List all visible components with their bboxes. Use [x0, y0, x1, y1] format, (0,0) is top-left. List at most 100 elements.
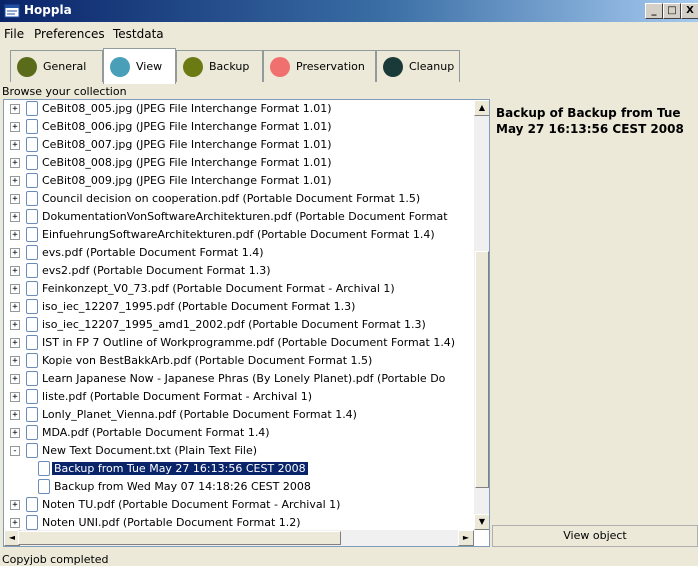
tab-preservation[interactable]: Preservation	[263, 50, 376, 82]
expand-icon[interactable]: +	[10, 176, 20, 186]
general-tab-icon	[17, 56, 37, 77]
scroll-down-button[interactable]: ▼	[474, 514, 489, 530]
horizontal-scrollbar[interactable]: ◄ ►	[4, 530, 474, 546]
expand-icon[interactable]: +	[10, 302, 20, 312]
tree-item-label: evs2.pdf (Portable Document Format 1.3)	[42, 264, 271, 277]
tree-item-label: iso_iec_12207_1995_amd1_2002.pdf (Portab…	[42, 318, 426, 331]
expand-icon[interactable]: +	[10, 500, 20, 510]
tree-item[interactable]: + iso_iec_12207_1995_amd1_2002.pdf (Porta…	[4, 316, 474, 334]
expand-icon[interactable]: +	[10, 320, 20, 330]
tree-item[interactable]: + CeBit08_005.jpg (JPEG File Interchange …	[4, 100, 474, 118]
tree-item-label: Learn Japanese Now - Japanese Phras (By …	[42, 372, 446, 385]
tree-item-label: CeBit08_008.jpg (JPEG File Interchange F…	[42, 156, 332, 169]
expand-icon[interactable]: +	[10, 140, 20, 150]
tab-preservation-label: Preservation	[296, 60, 365, 73]
close-button[interactable]: X	[681, 3, 698, 19]
menu-preferences[interactable]: Preferences	[34, 27, 105, 41]
tree-item-label: CeBit08_006.jpg (JPEG File Interchange F…	[42, 120, 332, 133]
tree-item-label: EinfuehrungSoftwareArchitekturen.pdf (Po…	[42, 228, 435, 241]
tree-item[interactable]: + evs.pdf (Portable Document Format 1.4)	[4, 244, 474, 262]
document-icon	[26, 425, 38, 440]
tab-view[interactable]: View	[103, 48, 176, 84]
horizontal-scroll-thumb[interactable]	[18, 531, 341, 545]
tree-item[interactable]: + evs2.pdf (Portable Document Format 1.3)	[4, 262, 474, 280]
tree-item[interactable]: + MDA.pdf (Portable Document Format 1.4)	[4, 424, 474, 442]
expand-icon[interactable]: +	[10, 518, 20, 528]
expand-icon[interactable]: +	[10, 410, 20, 420]
expand-icon[interactable]: +	[10, 284, 20, 294]
expand-icon[interactable]: +	[10, 392, 20, 402]
app-icon	[4, 4, 20, 18]
tree-item[interactable]: + DokumentationVonSoftwareArchitekturen.p…	[4, 208, 474, 226]
tree-child-item[interactable]: Backup from Wed May 07 14:18:26 CEST 200…	[4, 478, 474, 496]
tree-item-label: Feinkonzept_V0_73.pdf (Portable Document…	[42, 282, 395, 295]
expand-icon[interactable]: +	[10, 374, 20, 384]
scroll-up-button[interactable]: ▲	[474, 100, 489, 116]
maximize-button[interactable]: □	[663, 3, 681, 19]
tree-item[interactable]: + CeBit08_007.jpg (JPEG File Interchange …	[4, 136, 474, 154]
document-icon	[26, 263, 38, 278]
tab-general[interactable]: General	[10, 50, 103, 82]
expand-icon[interactable]: +	[10, 230, 20, 240]
tree-item[interactable]: + Learn Japanese Now - Japanese Phras (By…	[4, 370, 474, 388]
tree-item-label: CeBit08_009.jpg (JPEG File Interchange F…	[42, 174, 332, 187]
menu-testdata[interactable]: Testdata	[113, 27, 164, 41]
collapse-icon[interactable]: -	[10, 446, 20, 456]
expand-icon[interactable]: +	[10, 158, 20, 168]
tree-item-label: CeBit08_005.jpg (JPEG File Interchange F…	[42, 102, 332, 115]
tree-child-item[interactable]: Backup from Tue May 27 16:13:56 CEST 200…	[4, 460, 474, 478]
tree-item[interactable]: + Council decision on cooperation.pdf (Po…	[4, 190, 474, 208]
expand-icon[interactable]: +	[10, 266, 20, 276]
document-icon	[38, 479, 50, 494]
tree-item[interactable]: + EinfuehrungSoftwareArchitekturen.pdf (P…	[4, 226, 474, 244]
tree-item[interactable]: + iso_iec_12207_1995.pdf (Portable Docume…	[4, 298, 474, 316]
tree-item[interactable]: + Noten TU.pdf (Portable Document Format …	[4, 496, 474, 514]
document-icon	[26, 101, 38, 116]
expand-icon[interactable]: +	[10, 428, 20, 438]
tree-item[interactable]: + Lonly_Planet_Vienna.pdf (Portable Docum…	[4, 406, 474, 424]
expand-icon[interactable]: +	[10, 248, 20, 258]
tree-item[interactable]: + liste.pdf (Portable Document Format - A…	[4, 388, 474, 406]
tree-item[interactable]: + Kopie von BestBakkArb.pdf (Portable Doc…	[4, 352, 474, 370]
tab-view-label: View	[136, 60, 163, 73]
document-icon	[26, 371, 38, 386]
collection-tree[interactable]: + CeBit08_005.jpg (JPEG File Interchange …	[3, 99, 490, 547]
minimize-button[interactable]: _	[645, 3, 663, 19]
tree-item[interactable]: + Feinkonzept_V0_73.pdf (Portable Documen…	[4, 280, 474, 298]
expand-icon[interactable]: +	[10, 104, 20, 114]
tab-backup[interactable]: Backup	[176, 50, 263, 82]
menu-file[interactable]: File	[4, 27, 24, 41]
tree-item[interactable]: - New Text Document.txt (Plain Text File)	[4, 442, 474, 460]
detail-text: Backup of Backup from Tue May 27 16:13:5…	[496, 106, 684, 136]
scroll-right-button[interactable]: ►	[458, 530, 474, 546]
tree-item-label: Noten UNI.pdf (Portable Document Format …	[42, 516, 301, 529]
document-icon	[26, 245, 38, 260]
tree-item-label: Noten TU.pdf (Portable Document Format -…	[42, 498, 341, 511]
tree-item[interactable]: + CeBit08_009.jpg (JPEG File Interchange …	[4, 172, 474, 190]
expand-icon[interactable]: +	[10, 194, 20, 204]
tree-item[interactable]: + Noten UNI.pdf (Portable Document Format…	[4, 514, 474, 530]
expand-icon[interactable]: +	[10, 212, 20, 222]
document-icon	[26, 281, 38, 296]
window-title: Hoppla	[24, 3, 72, 17]
tree-item-label: Council decision on cooperation.pdf (Por…	[42, 192, 421, 205]
tree-item[interactable]: + IST in FP 7 Outline of Workprogramme.pd…	[4, 334, 474, 352]
document-icon	[26, 407, 38, 422]
expand-icon[interactable]: +	[10, 356, 20, 366]
vertical-scroll-thumb[interactable]	[475, 251, 489, 488]
tab-backup-label: Backup	[209, 60, 250, 73]
vertical-scrollbar[interactable]: ▲ ▼	[474, 100, 489, 530]
tab-cleanup[interactable]: Cleanup	[376, 50, 460, 82]
view-tab-icon	[110, 56, 130, 77]
tree-item-label: New Text Document.txt (Plain Text File)	[42, 444, 258, 457]
tree-item[interactable]: + CeBit08_008.jpg (JPEG File Interchange …	[4, 154, 474, 172]
document-icon	[26, 155, 38, 170]
document-icon	[26, 173, 38, 188]
view-object-button[interactable]: View object	[492, 525, 698, 547]
tab-general-label: General	[43, 60, 87, 73]
expand-icon[interactable]: +	[10, 338, 20, 348]
preservation-tab-icon	[270, 56, 290, 77]
tree-item[interactable]: + CeBit08_006.jpg (JPEG File Interchange …	[4, 118, 474, 136]
document-icon	[26, 317, 38, 332]
expand-icon[interactable]: +	[10, 122, 20, 132]
